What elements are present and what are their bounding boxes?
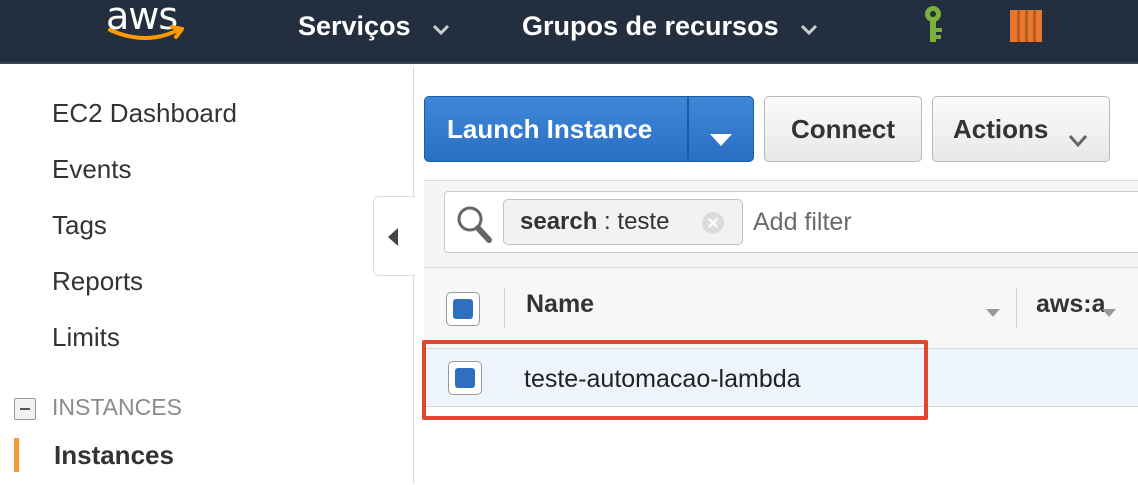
connect-label: Connect xyxy=(791,113,895,144)
active-item-marker xyxy=(14,438,19,472)
sidebar-item-events[interactable]: Events xyxy=(52,154,132,185)
filter-token-value: teste xyxy=(617,208,670,235)
sort-caret-icon[interactable] xyxy=(1102,304,1116,322)
column-header-aws[interactable]: aws:a xyxy=(1036,290,1105,319)
launch-instance-label: Launch Instance xyxy=(447,113,653,144)
launch-dropdown-caret-icon[interactable] xyxy=(709,123,733,154)
aws-logo[interactable]: aws xyxy=(106,0,188,48)
aws-smile-icon xyxy=(108,25,184,40)
resource-groups-menu-label: Grupos de recursos xyxy=(522,10,779,41)
remove-filter-icon[interactable] xyxy=(702,212,724,234)
table-header: Name aws:a xyxy=(424,267,1138,349)
chevron-down-icon xyxy=(432,11,449,42)
filter-token-separator: : xyxy=(597,208,618,235)
sidebar-item-ec2-dashboard[interactable]: EC2 Dashboard xyxy=(52,98,237,129)
chevron-down-icon xyxy=(1068,123,1088,154)
launch-instance-button[interactable]: Launch Instance xyxy=(424,96,754,162)
resource-groups-menu[interactable]: Grupos de recursos xyxy=(522,6,817,46)
table-empty-area xyxy=(424,407,1138,485)
table-row[interactable]: teste-automacao-lambda xyxy=(424,349,1138,407)
actions-button[interactable]: Actions xyxy=(932,96,1110,162)
services-menu[interactable]: Serviços xyxy=(298,6,449,46)
sort-caret-icon[interactable] xyxy=(986,304,1000,322)
add-filter-input[interactable] xyxy=(753,192,1133,252)
collapse-sidebar-button[interactable] xyxy=(373,196,415,276)
chevron-left-icon xyxy=(388,228,398,246)
button-divider xyxy=(687,97,689,161)
sidebar-section-instances: INSTANCES xyxy=(52,394,182,420)
ec2-service-icon[interactable] xyxy=(1006,6,1046,46)
filter-token[interactable]: search : teste xyxy=(503,199,743,245)
actions-label: Actions xyxy=(953,113,1049,144)
connect-button[interactable]: Connect xyxy=(764,96,922,162)
services-menu-label: Serviços xyxy=(298,10,411,41)
sidebar-item-instances[interactable]: Instances xyxy=(54,440,174,471)
filter-bar[interactable]: search : teste xyxy=(444,191,1138,253)
search-icon xyxy=(455,204,493,249)
filter-token-key: search xyxy=(520,208,598,235)
column-divider xyxy=(1016,288,1017,328)
sidebar-item-tags[interactable]: Tags xyxy=(52,210,107,241)
instance-name: teste-automacao-lambda xyxy=(524,365,801,393)
instances-panel: search : teste Name aws:a teste-automaca… xyxy=(424,180,1138,485)
key-icon[interactable] xyxy=(918,4,948,46)
sidebar-item-reports[interactable]: Reports xyxy=(52,266,143,297)
sidebar: EC2 Dashboard Events Tags Reports Limits… xyxy=(0,66,414,484)
column-header-name[interactable]: Name xyxy=(526,290,594,319)
top-nav-bar: aws Serviços Grupos de recursos xyxy=(0,0,1138,64)
chevron-down-icon xyxy=(800,11,817,42)
column-divider xyxy=(504,288,505,328)
select-all-checkbox[interactable] xyxy=(446,292,480,326)
collapse-section-icon[interactable] xyxy=(14,398,36,420)
row-checkbox[interactable] xyxy=(448,361,482,395)
sidebar-item-limits[interactable]: Limits xyxy=(52,322,120,353)
